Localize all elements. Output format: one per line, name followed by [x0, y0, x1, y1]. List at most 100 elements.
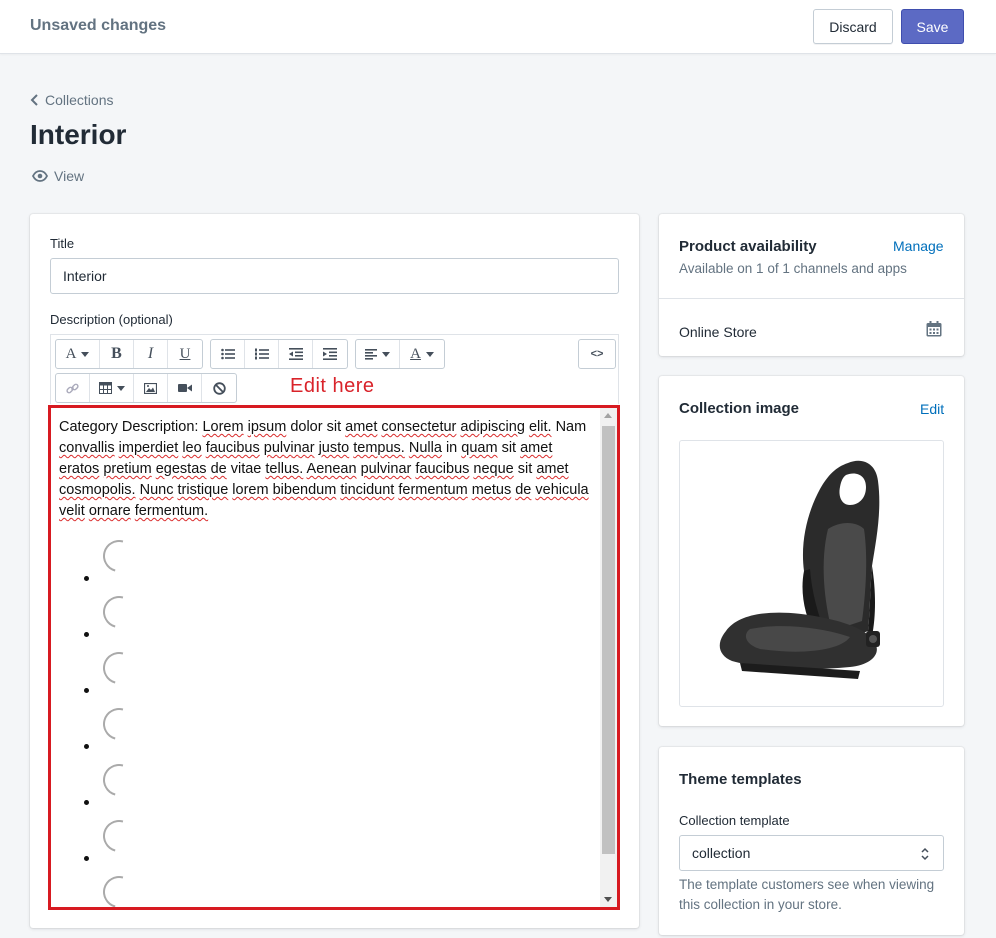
insert-video-button[interactable]: [168, 374, 202, 402]
description-word: pulvinar: [360, 461, 412, 477]
description-word: vitae: [230, 461, 262, 477]
manage-link[interactable]: Manage: [893, 238, 944, 254]
clear-format-icon: [212, 381, 226, 395]
html-source-button[interactable]: <>: [579, 340, 615, 368]
align-button[interactable]: [356, 340, 400, 368]
outdent-button[interactable]: [279, 340, 313, 368]
align-left-icon: [365, 348, 377, 360]
format-group: A B I U: [55, 339, 203, 369]
collection-template-label: Collection template: [679, 813, 790, 828]
view-label[interactable]: View: [54, 168, 84, 184]
theme-templates-title: Theme templates: [679, 771, 802, 788]
link-button[interactable]: [56, 374, 90, 402]
description-word: eratos: [59, 461, 100, 477]
chevron-left-icon: [30, 94, 38, 106]
bullet-dot: [84, 800, 89, 805]
description-word: ipsum: [247, 419, 287, 435]
description-word: leo: [182, 440, 202, 456]
editor-scrollbar[interactable]: [600, 408, 617, 907]
theme-templates-card: Theme templates Collection template coll…: [659, 747, 964, 935]
edit-image-link[interactable]: Edit: [920, 401, 944, 417]
description-word: metus: [471, 482, 512, 498]
template-help-line-2: this collection in your store.: [679, 897, 842, 912]
description-word: fermentum: [398, 482, 468, 498]
description-word: sit: [501, 440, 517, 456]
insert-image-button[interactable]: [134, 374, 168, 402]
online-store-channel: Online Store: [679, 324, 757, 340]
description-word: justo: [318, 440, 350, 456]
description-text[interactable]: Category Description: Lorem ipsum dolor …: [59, 417, 595, 522]
scroll-up-arrow-icon[interactable]: [604, 413, 612, 418]
link-icon: [66, 383, 79, 393]
description-word: imperdiet: [118, 440, 179, 456]
text-color-button[interactable]: A: [400, 340, 444, 368]
scroll-thumb[interactable]: [602, 426, 615, 854]
save-button[interactable]: Save: [901, 9, 964, 44]
loading-spinner-icon: [97, 758, 141, 802]
collection-image-card: Collection image Edit: [659, 376, 964, 726]
clear-format-button[interactable]: [202, 374, 236, 402]
font-style-button[interactable]: A: [56, 340, 100, 368]
loading-spinner-icon: [97, 814, 141, 858]
availability-title: Product availability: [679, 238, 817, 255]
template-select-value: collection: [692, 845, 751, 861]
description-word: de: [210, 461, 227, 477]
description-word: sit: [517, 461, 533, 477]
table-icon: [98, 382, 112, 394]
collection-details-card: Title Interior Description (optional) A …: [30, 214, 639, 928]
loading-spinner-icon: [97, 702, 141, 746]
breadcrumb[interactable]: Collections: [30, 92, 113, 108]
insert-group: [55, 373, 237, 403]
description-word: tincidunt: [340, 482, 395, 498]
bullet-dot: [84, 856, 89, 861]
bullet-dot: [84, 632, 89, 637]
view-link[interactable]: View: [32, 168, 84, 184]
list-item: [51, 758, 151, 820]
description-word: Nunc: [139, 482, 174, 498]
list-item: [51, 646, 151, 708]
list-item: [51, 534, 151, 596]
description-word: convallis: [59, 440, 115, 456]
list-item: [51, 814, 151, 876]
description-word: elit.: [528, 419, 552, 435]
numbered-list-button[interactable]: [245, 340, 279, 368]
bullet-list-button[interactable]: [211, 340, 245, 368]
loading-spinner-icon: [97, 870, 141, 907]
divider: [659, 298, 964, 299]
description-word: faucibus: [415, 461, 470, 477]
description-word: amet: [536, 461, 569, 477]
top-bar: Unsaved changes Discard Save: [0, 0, 996, 54]
loading-spinner-icon: [97, 534, 141, 578]
discard-button[interactable]: Discard: [813, 9, 893, 44]
description-word: Category: [59, 419, 118, 435]
indent-button[interactable]: [313, 340, 347, 368]
chevron-down-icon: [81, 351, 90, 357]
description-word: amet: [520, 440, 553, 456]
list-item: [51, 702, 151, 764]
description-word: Nulla: [408, 440, 442, 456]
title-label: Title: [50, 236, 75, 251]
description-word: bibendum: [272, 482, 337, 498]
calendar-icon[interactable]: [926, 321, 942, 337]
description-word: Lorem: [202, 419, 244, 435]
description-word: tempus.: [353, 440, 405, 456]
template-help-line-1: The template customers see when viewing: [679, 877, 935, 892]
description-word: neque: [473, 461, 514, 477]
description-word: lorem: [232, 482, 269, 498]
collection-template-select[interactable]: collection: [679, 835, 944, 871]
scroll-down-arrow-icon[interactable]: [604, 897, 612, 902]
collection-image[interactable]: [679, 440, 944, 707]
image-icon: [144, 382, 157, 394]
description-word: vehicula: [535, 482, 589, 498]
description-word: tellus.: [265, 461, 304, 477]
description-word: amet: [345, 419, 378, 435]
title-field[interactable]: Interior: [50, 258, 619, 294]
description-editor[interactable]: Category Description: Lorem ipsum dolor …: [48, 405, 620, 910]
italic-button[interactable]: I: [134, 340, 168, 368]
description-word: Description:: [121, 419, 199, 435]
bold-button[interactable]: B: [100, 340, 134, 368]
table-button[interactable]: [90, 374, 134, 402]
description-word: de: [515, 482, 532, 498]
underline-button[interactable]: U: [168, 340, 202, 368]
breadcrumb-collections-link[interactable]: Collections: [45, 92, 113, 108]
